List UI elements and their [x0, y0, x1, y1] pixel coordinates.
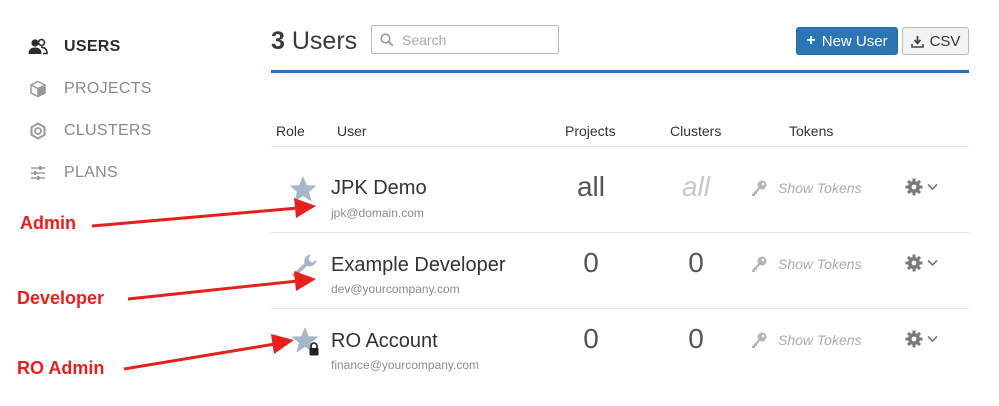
- admin-arrow: [91, 206, 299, 228]
- ro-admin-arrow-head: [271, 334, 294, 354]
- developer-arrow-head: [294, 271, 316, 291]
- admin-arrow-head: [294, 198, 316, 218]
- annotation-developer: Developer: [17, 288, 105, 308]
- annotation-ro-admin: RO Admin: [17, 358, 105, 378]
- annotation-arrows: [91, 198, 316, 371]
- annotation-admin: Admin: [20, 213, 76, 233]
- ro-admin-arrow: [123, 342, 276, 371]
- developer-arrow: [127, 279, 299, 301]
